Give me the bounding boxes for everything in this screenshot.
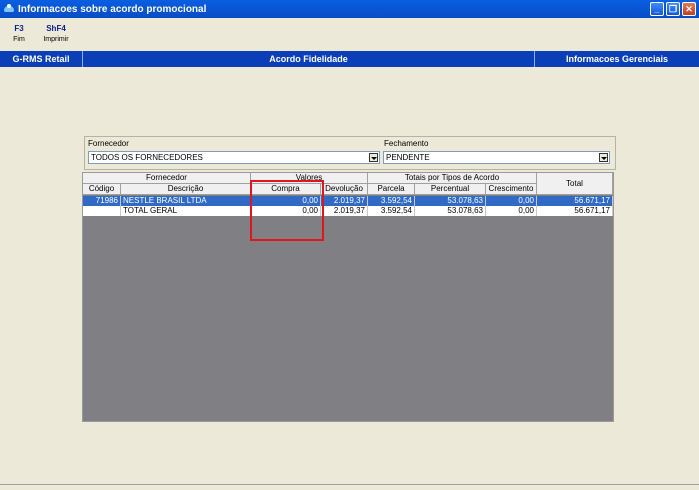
row1-codigo[interactable]: 71986 <box>83 196 121 206</box>
row2-descricao[interactable]: TOTAL GERAL <box>121 206 251 216</box>
app-icon <box>3 3 15 15</box>
col-devolucao-header[interactable]: Devolução <box>321 184 368 195</box>
fechamento-label: Fechamento <box>384 139 429 148</box>
maximize-button[interactable]: ❐ <box>666 2 680 16</box>
highlight-box <box>250 180 324 241</box>
status-bar <box>0 484 699 490</box>
row2-codigo[interactable] <box>83 206 121 216</box>
fornecedor-select[interactable]: TODOS OS FORNECEDORES <box>88 151 380 164</box>
nav-acordo-fidelidade: Acordo Fidelidade <box>82 51 534 67</box>
fornecedor-value: TODOS OS FORNECEDORES <box>91 153 203 162</box>
fechamento-select[interactable]: PENDENTE <box>383 151 610 164</box>
toolbar: F3 Fim ShF4 Imprimir <box>0 18 699 51</box>
fechamento-value: PENDENTE <box>386 153 430 162</box>
col-total-header[interactable]: Total <box>537 173 613 195</box>
chevron-down-icon[interactable] <box>369 153 378 162</box>
row1-parcela[interactable]: 3.592,54 <box>368 196 415 206</box>
module-bar: G-RMS Retail Acordo Fidelidade Informaco… <box>0 51 699 67</box>
minimize-button[interactable]: _ <box>650 2 664 16</box>
imprimir-label: Imprimir <box>43 36 69 43</box>
row1-descricao[interactable]: NESTLE BRASIL LTDA <box>121 196 251 206</box>
group-fornecedor: Fornecedor <box>83 173 251 184</box>
col-codigo-header[interactable]: Código <box>83 184 121 195</box>
nav-informacoes-gerenciais: Informacoes Gerenciais <box>534 51 699 67</box>
fim-key: F3 <box>14 24 24 33</box>
fim-button[interactable]: F3 Fim <box>9 24 29 43</box>
window-title: Informacoes sobre acordo promocional <box>18 3 207 15</box>
imprimir-button[interactable]: ShF4 Imprimir <box>40 24 72 43</box>
close-button[interactable]: ✕ <box>682 2 696 16</box>
row1-percentual[interactable]: 53.078,63 <box>415 196 486 206</box>
col-crescimento-header[interactable]: Crescimento <box>486 184 537 195</box>
nav-grms-retail: G-RMS Retail <box>12 54 70 64</box>
filter-panel: Fornecedor TODOS OS FORNECEDORES Fechame… <box>84 136 616 170</box>
col-parcela-header[interactable]: Parcela <box>368 184 415 195</box>
fim-label: Fim <box>13 36 25 43</box>
row1-crescimento[interactable]: 0,00 <box>486 196 537 206</box>
row2-devolucao[interactable]: 2.019,37 <box>321 206 368 216</box>
row1-total[interactable]: 56.671,17 <box>537 196 613 206</box>
row1-devolucao[interactable]: 2.019,37 <box>321 196 368 206</box>
row2-total[interactable]: 56.671,17 <box>537 206 613 216</box>
results-grid: Fornecedor Valores Totais por Tipos de A… <box>82 172 614 422</box>
imprimir-key: ShF4 <box>46 24 66 33</box>
window-titlebar: Informacoes sobre acordo promocional _ ❐… <box>0 0 699 18</box>
row2-percentual[interactable]: 53.078,63 <box>415 206 486 216</box>
group-totais: Totais por Tipos de Acordo <box>368 173 537 184</box>
row2-crescimento[interactable]: 0,00 <box>486 206 537 216</box>
row2-parcela[interactable]: 3.592,54 <box>368 206 415 216</box>
col-percentual-header[interactable]: Percentual <box>415 184 486 195</box>
fornecedor-label: Fornecedor <box>88 139 129 148</box>
chevron-down-icon[interactable] <box>599 153 608 162</box>
col-descricao-header[interactable]: Descrição <box>121 184 251 195</box>
